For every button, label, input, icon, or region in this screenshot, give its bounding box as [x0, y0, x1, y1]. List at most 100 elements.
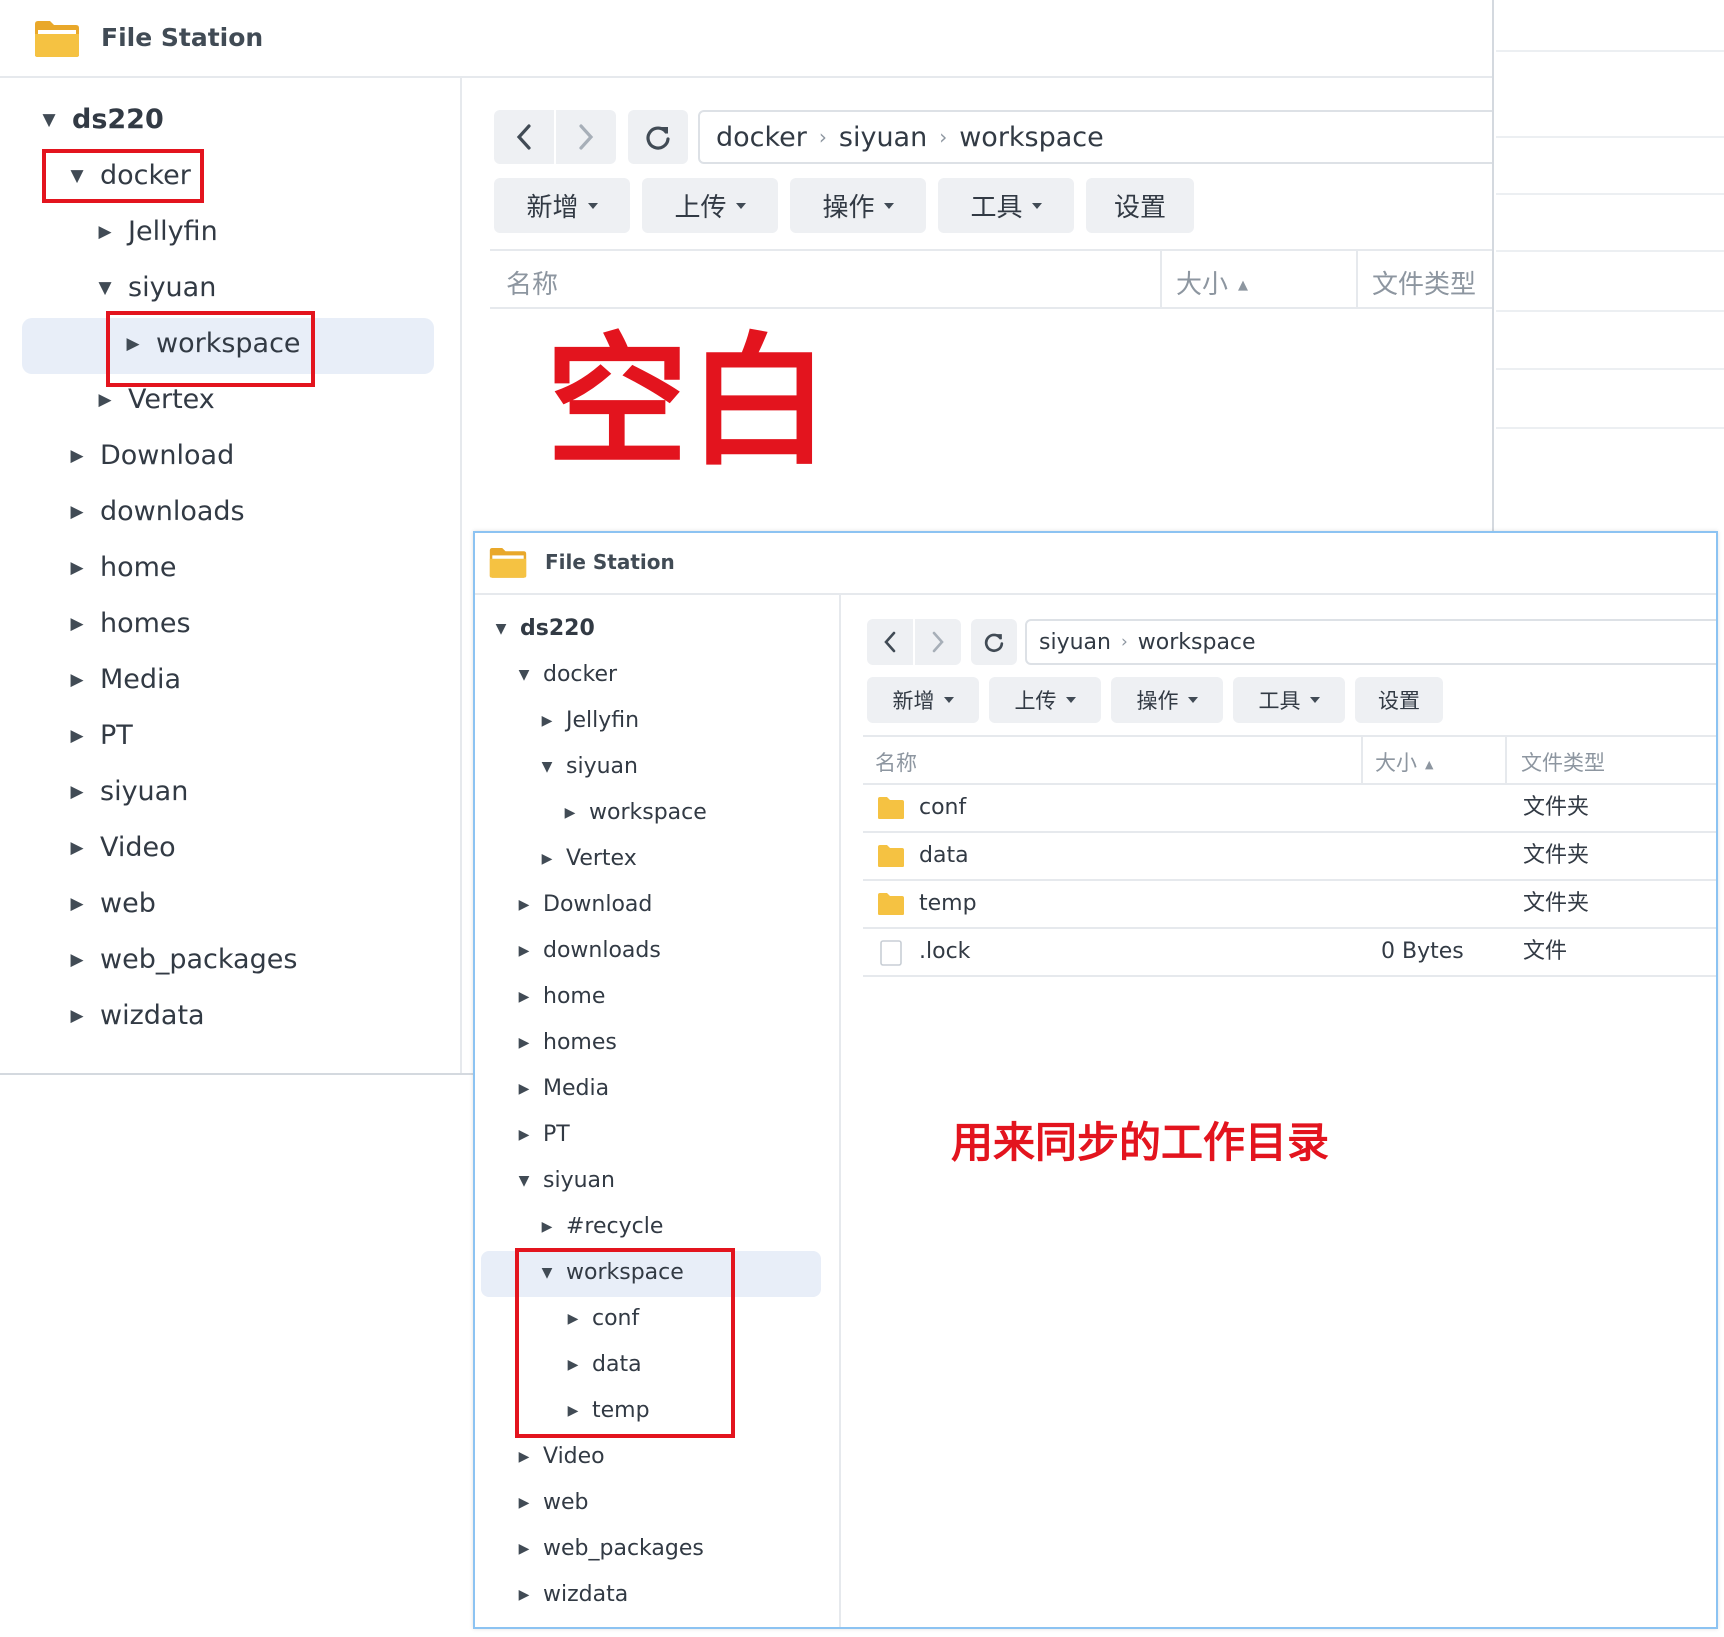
tree-node-web-packages[interactable]: ▶ web_packages	[514, 1527, 704, 1571]
column-header-name[interactable]: 名称	[875, 747, 917, 777]
breadcrumb[interactable]: siyuan › workspace	[1025, 619, 1716, 665]
tree-node-recycle[interactable]: ▶ #recycle	[537, 1205, 664, 1249]
caret-down-icon[interactable]: ▼	[514, 653, 534, 697]
caret-right-icon[interactable]: ▶	[64, 708, 90, 764]
caret-right-icon[interactable]: ▶	[514, 1021, 534, 1065]
file-row[interactable]: .lock 0 Bytes 文件	[863, 929, 1716, 975]
file-row[interactable]: conf 文件夹	[863, 785, 1716, 831]
file-row[interactable]: data 文件夹	[863, 833, 1716, 879]
caret-right-icon[interactable]: ▶	[64, 428, 90, 484]
tree-node-media[interactable]: ▶ Media	[64, 652, 181, 708]
caret-right-icon[interactable]: ▶	[514, 883, 534, 927]
breadcrumb-item[interactable]: docker	[716, 122, 807, 153]
chevron-right-icon	[579, 124, 594, 150]
caret-right-icon[interactable]: ▶	[64, 764, 90, 820]
new-button[interactable]: 新增	[867, 677, 979, 723]
column-header-size[interactable]: 大小 ▲	[1375, 747, 1433, 777]
tree-node-downloads[interactable]: ▶ downloads	[64, 484, 244, 540]
tree-node-web[interactable]: ▶ web	[514, 1481, 589, 1525]
breadcrumb-item[interactable]: siyuan	[839, 122, 927, 153]
tools-button[interactable]: 工具	[938, 178, 1074, 233]
caret-right-icon[interactable]: ▶	[514, 1435, 534, 1479]
tree-node-siyuan[interactable]: ▼ siyuan	[537, 745, 638, 789]
tree-node-media[interactable]: ▶ Media	[514, 1067, 609, 1111]
caret-right-icon[interactable]: ▶	[514, 1527, 534, 1571]
tree-node-downloads[interactable]: ▶ downloads	[514, 929, 661, 973]
action-button[interactable]: 操作	[1111, 677, 1223, 723]
back-button[interactable]	[494, 110, 554, 164]
tree-node-vertex[interactable]: ▶ Vertex	[537, 837, 637, 881]
tree-node-homes[interactable]: ▶ homes	[514, 1021, 617, 1065]
breadcrumb-item[interactable]: workspace	[1138, 630, 1256, 655]
caret-right-icon[interactable]: ▶	[92, 204, 118, 260]
refresh-button[interactable]	[971, 619, 1017, 665]
caret-right-icon[interactable]: ▶	[537, 837, 557, 881]
settings-button[interactable]: 设置	[1355, 677, 1443, 723]
caret-down-icon[interactable]: ▼	[491, 607, 511, 651]
tree-node-siyuan-share[interactable]: ▼ siyuan	[514, 1159, 615, 1203]
breadcrumb-item[interactable]: workspace	[959, 122, 1104, 153]
forward-button[interactable]	[556, 110, 616, 164]
caret-down-icon	[1309, 697, 1320, 703]
caret-down-icon[interactable]: ▼	[92, 260, 118, 316]
upload-button[interactable]: 上传	[989, 677, 1101, 723]
action-button[interactable]: 操作	[790, 178, 926, 233]
caret-right-icon[interactable]: ▶	[64, 820, 90, 876]
caret-right-icon[interactable]: ▶	[537, 699, 557, 743]
tree-node-siyuan-share[interactable]: ▶ siyuan	[64, 764, 188, 820]
caret-right-icon[interactable]: ▶	[64, 652, 90, 708]
tree-node-home[interactable]: ▶ home	[514, 975, 606, 1019]
tree-node-video[interactable]: ▶ Video	[514, 1435, 605, 1479]
tree-node-video[interactable]: ▶ Video	[64, 820, 175, 876]
tree-node-siyuan[interactable]: ▼ siyuan	[92, 260, 216, 316]
tree-node-ds220[interactable]: ▼ ds220	[491, 607, 595, 651]
tree-node-download[interactable]: ▶ Download	[64, 428, 234, 484]
tree-node-wizdata[interactable]: ▶ wizdata	[514, 1573, 629, 1617]
tree-node-homes[interactable]: ▶ homes	[64, 596, 190, 652]
tree-node-pt[interactable]: ▶ PT	[64, 708, 132, 764]
tree-node-web-packages[interactable]: ▶ web_packages	[64, 932, 297, 988]
column-header-name[interactable]: 名称	[506, 264, 558, 301]
column-separator	[1361, 737, 1363, 783]
caret-right-icon[interactable]: ▶	[64, 988, 90, 1044]
column-header-type[interactable]: 文件类型	[1372, 264, 1476, 301]
tree-node-download[interactable]: ▶ Download	[514, 883, 653, 927]
caret-down-icon[interactable]: ▼	[537, 745, 557, 789]
back-button[interactable]	[867, 619, 913, 665]
caret-right-icon[interactable]: ▶	[64, 876, 90, 932]
caret-right-icon[interactable]: ▶	[560, 791, 580, 835]
upload-button[interactable]: 上传	[642, 178, 778, 233]
tree-node-workspace[interactable]: ▶ workspace	[560, 791, 707, 835]
tree-node-docker[interactable]: ▼ docker	[514, 653, 617, 697]
tree-node-home[interactable]: ▶ home	[64, 540, 176, 596]
caret-right-icon[interactable]: ▶	[514, 975, 534, 1019]
caret-right-icon[interactable]: ▶	[514, 1573, 534, 1617]
caret-right-icon[interactable]: ▶	[64, 932, 90, 988]
tree-node-wizdata[interactable]: ▶ wizdata	[64, 988, 204, 1044]
breadcrumb[interactable]: docker › siyuan › workspace	[698, 110, 1492, 164]
new-button[interactable]: 新增	[494, 178, 630, 233]
caret-right-icon[interactable]: ▶	[514, 1113, 534, 1157]
column-header-size[interactable]: 大小 ▲	[1176, 264, 1248, 301]
refresh-button[interactable]	[628, 110, 688, 164]
tree-node-ds220[interactable]: ▼ ds220	[36, 92, 163, 148]
breadcrumb-item[interactable]: siyuan	[1039, 630, 1111, 655]
tools-button[interactable]: 工具	[1233, 677, 1345, 723]
caret-down-icon[interactable]: ▼	[514, 1159, 534, 1203]
tree-node-jellyfin[interactable]: ▶ Jellyfin	[92, 204, 217, 260]
caret-right-icon[interactable]: ▶	[537, 1205, 557, 1249]
tree-node-pt[interactable]: ▶ PT	[514, 1113, 570, 1157]
caret-right-icon[interactable]: ▶	[64, 596, 90, 652]
tree-node-jellyfin[interactable]: ▶ Jellyfin	[537, 699, 639, 743]
caret-right-icon[interactable]: ▶	[514, 929, 534, 973]
column-header-type[interactable]: 文件类型	[1521, 747, 1605, 777]
caret-right-icon[interactable]: ▶	[64, 484, 90, 540]
caret-right-icon[interactable]: ▶	[514, 1481, 534, 1525]
caret-right-icon[interactable]: ▶	[514, 1067, 534, 1111]
settings-button[interactable]: 设置	[1086, 178, 1194, 233]
caret-right-icon[interactable]: ▶	[64, 540, 90, 596]
forward-button[interactable]	[915, 619, 961, 665]
file-row[interactable]: temp 文件夹	[863, 881, 1716, 927]
caret-down-icon[interactable]: ▼	[36, 92, 62, 148]
tree-node-web[interactable]: ▶ web	[64, 876, 155, 932]
